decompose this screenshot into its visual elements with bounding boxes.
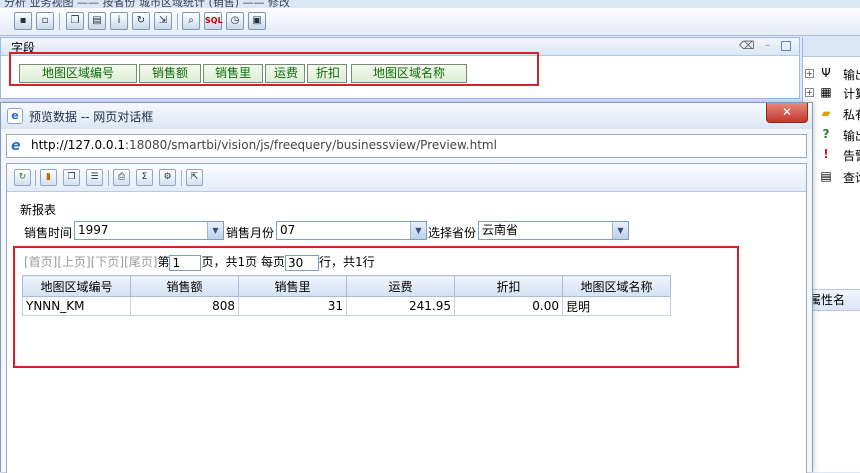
alert-icon: !: [823, 147, 829, 161]
export-icon[interactable]: ⇱: [186, 169, 203, 186]
param-icon[interactable]: ⚙: [159, 169, 176, 186]
ie-icon: e: [7, 108, 23, 124]
param-label-sales-month: 销售月份: [226, 226, 275, 240]
app-titlebar: 分析 业务视图 —— 按省份 城市区域统计 (销售) —— 修改: [0, 0, 860, 8]
param-label-sales-time: 销售时间: [24, 226, 73, 240]
save-as-icon[interactable]: ▫: [36, 12, 54, 30]
clock-icon[interactable]: ◷: [226, 12, 244, 30]
query-icon: ▤: [820, 169, 832, 183]
search-icon[interactable]: ⌕: [182, 12, 200, 30]
url-path: :18080/smartbi/vision/js/freequery/busin…: [125, 138, 497, 152]
province-select[interactable]: 云南省 ▼: [478, 221, 629, 240]
folder-icon: ▰: [821, 106, 831, 120]
expand-icon[interactable]: +: [805, 88, 814, 97]
tree-item-label: 输出: [843, 68, 860, 82]
sales-month-select[interactable]: 07 ▼: [276, 221, 427, 240]
toolbar-separator: [181, 170, 182, 186]
tree-item-label: 私有: [843, 108, 860, 122]
ie-page-icon: e: [11, 138, 21, 154]
sales-time-select[interactable]: 1997 ▼: [74, 221, 224, 240]
sum-icon[interactable]: Σ: [136, 169, 153, 186]
list-icon[interactable]: ☰: [86, 169, 103, 186]
print-icon[interactable]: ⎙: [113, 169, 130, 186]
save-icon[interactable]: ▪: [14, 12, 32, 30]
selected-value: 云南省: [482, 223, 519, 237]
export-icon[interactable]: ⇲: [154, 12, 172, 30]
url-host: http://127.0.0.1: [31, 138, 126, 152]
address-url: http://127.0.0.1:18080/smartbi/vision/js…: [31, 138, 497, 152]
selected-value: 07: [280, 223, 296, 237]
address-bar: e http://127.0.0.1:18080/smartbi/vision/…: [6, 134, 807, 158]
expand-icon[interactable]: +: [805, 69, 814, 78]
window-icon[interactable]: ▣: [248, 12, 266, 30]
toolbar-separator: [177, 13, 178, 30]
chevron-down-icon[interactable]: ▼: [410, 222, 426, 239]
table-icon[interactable]: ▤: [88, 12, 106, 30]
chevron-down-icon[interactable]: ▼: [207, 222, 223, 239]
report-toolbar: ↻ ▮ ❐ ☰ ⎙ Σ ⚙ ⇱: [7, 164, 806, 192]
param-label-province: 选择省份: [428, 226, 477, 240]
app-toolbar: ▪ ▫ ❐ ▤ i ↻ ⇲ ⌕ SQL ◷ ▣: [0, 8, 860, 36]
tree-item-label: 输出: [843, 129, 860, 143]
info-icon[interactable]: i: [110, 12, 128, 30]
tree-item-label: 计算: [843, 87, 860, 101]
table-highlight-box: [13, 246, 739, 368]
eraser-icon[interactable]: ⌫: [739, 40, 755, 52]
chart-icon[interactable]: ▮: [40, 169, 57, 186]
toolbar-separator: [59, 13, 60, 30]
tree-item-calc[interactable]: + ▦ 计算: [803, 84, 860, 102]
maximize-icon[interactable]: [781, 41, 791, 51]
refresh-icon[interactable]: ↻: [14, 169, 31, 186]
toolbar-separator: [35, 170, 36, 186]
dialog-titlebar: e 预览数据 -- 网页对话框 ✕: [1, 103, 812, 129]
tree-item-label: 查询: [843, 171, 860, 185]
copy-icon[interactable]: ❐: [63, 169, 80, 186]
help-icon: ?: [822, 127, 830, 141]
app-title: 分析 业务视图 —— 按省份 城市区域统计 (销售) —— 修改: [4, 0, 291, 8]
calculator-icon: ▦: [820, 85, 832, 99]
toolbar-separator: [108, 170, 109, 186]
tree-item-label: 告警: [843, 149, 860, 163]
selected-value: 1997: [78, 223, 109, 237]
report-title: 新报表: [20, 203, 57, 217]
dialog-title: 预览数据 -- 网页对话框: [29, 110, 154, 124]
close-button[interactable]: ✕: [766, 103, 808, 123]
filter-icon: Ψ: [821, 66, 831, 80]
fields-highlight-box: [9, 52, 539, 86]
sql-icon[interactable]: SQL: [204, 12, 223, 30]
right-panel-header: [803, 37, 860, 57]
refresh-icon[interactable]: ↻: [132, 12, 150, 30]
tree-item-output[interactable]: + Ψ 输出: [803, 65, 860, 83]
copy-icon[interactable]: ❐: [66, 12, 84, 30]
minimize-icon[interactable]: –: [765, 41, 775, 51]
chevron-down-icon[interactable]: ▼: [612, 222, 628, 239]
